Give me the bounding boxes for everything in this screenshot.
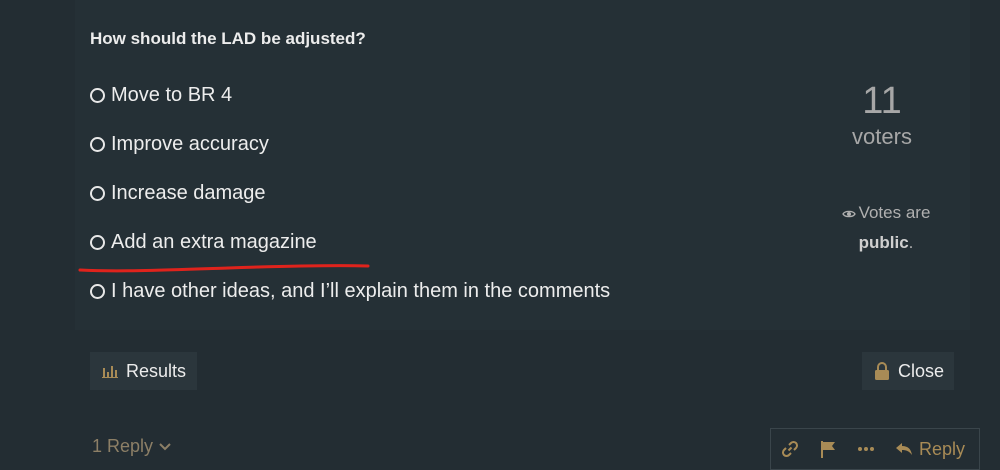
voters-count: 11	[862, 80, 902, 122]
voters-label: voters	[852, 124, 912, 149]
radio-unchecked-icon[interactable]	[90, 235, 105, 250]
more-options-icon[interactable]	[857, 446, 875, 452]
poll-option-move-to-br4[interactable]: Move to BR 4	[90, 84, 232, 107]
radio-unchecked-icon[interactable]	[90, 88, 105, 103]
visibility-suffix: .	[908, 233, 914, 253]
reply-button[interactable]: Reply	[895, 439, 965, 460]
poll-option-improve-accuracy[interactable]: Improve accuracy	[90, 133, 269, 156]
link-icon[interactable]	[781, 440, 799, 458]
poll-option-increase-damage[interactable]: Increase damage	[90, 182, 266, 205]
poll-option-extra-magazine[interactable]: Add an extra magazine	[90, 231, 317, 254]
eye-icon	[841, 199, 856, 228]
radio-unchecked-icon[interactable]	[90, 284, 105, 299]
radio-unchecked-icon[interactable]	[90, 186, 105, 201]
results-button[interactable]: Results	[90, 352, 197, 390]
reply-arrow-icon	[895, 443, 912, 455]
poll-option-label: Add an extra magazine	[111, 231, 317, 253]
votes-visibility-note: Votes are public.	[826, 198, 946, 257]
poll-option-label: I have other ideas, and I’ll explain the…	[111, 280, 611, 302]
replies-label: 1 Reply	[92, 436, 154, 456]
replies-toggle[interactable]: 1 Reply	[92, 436, 171, 457]
chevron-down-icon	[159, 442, 171, 450]
poll-option-label: Move to BR 4	[111, 84, 233, 106]
lock-icon	[875, 362, 889, 380]
reply-label: Reply	[918, 438, 965, 459]
poll-option-label: Increase damage	[111, 182, 266, 204]
visibility-value: public	[858, 233, 909, 253]
close-label: Close	[898, 360, 945, 381]
poll-option-other-ideas[interactable]: I have other ideas, and I’ll explain the…	[90, 280, 610, 303]
post-controls: Reply	[770, 428, 980, 470]
poll-option-label: Improve accuracy	[111, 133, 269, 155]
results-label: Results	[126, 360, 187, 381]
flag-icon[interactable]	[819, 440, 837, 458]
visibility-prefix: Votes are	[858, 203, 931, 222]
close-poll-button[interactable]: Close	[862, 352, 954, 390]
radio-unchecked-icon[interactable]	[90, 137, 105, 152]
bar-chart-icon	[102, 366, 118, 378]
red-underline-annotation	[78, 264, 370, 273]
poll-question: How should the LAD be adjusted?	[90, 29, 366, 48]
